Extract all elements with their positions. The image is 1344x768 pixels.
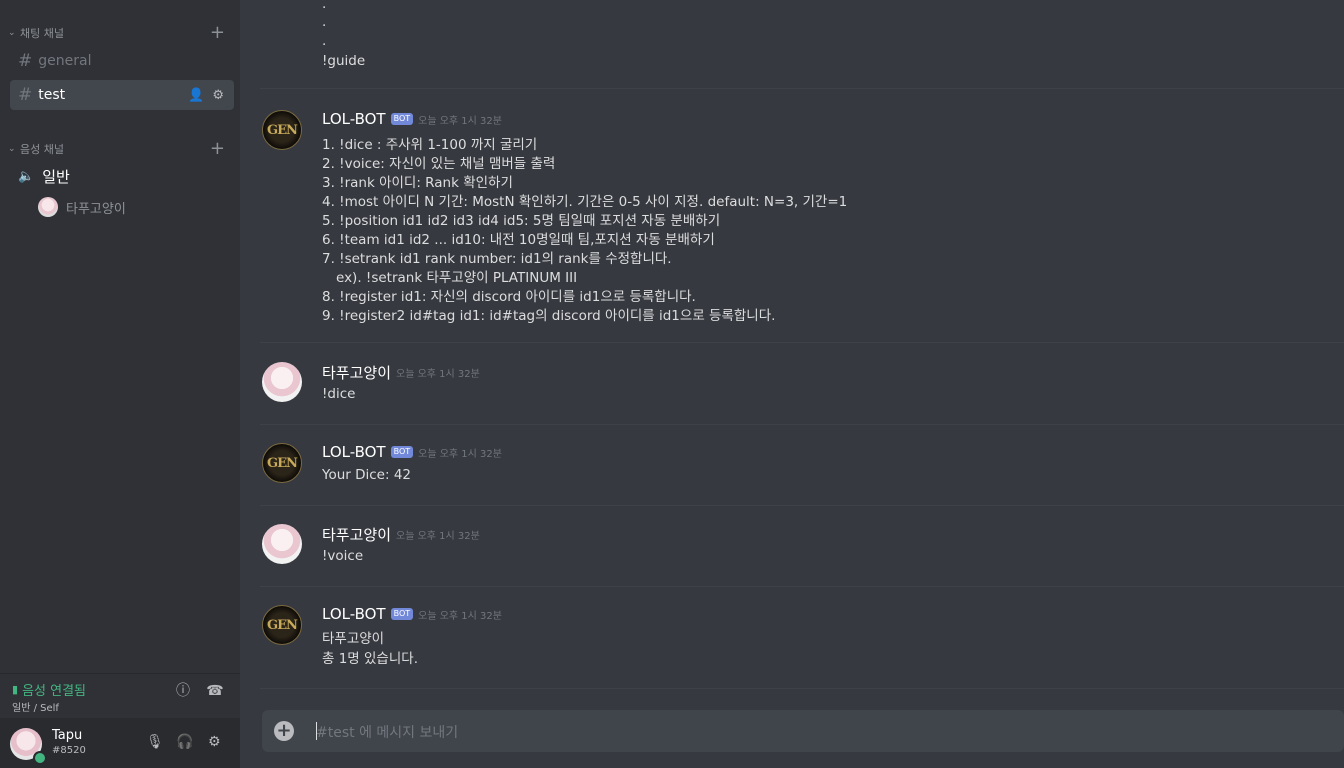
message-divider [260, 88, 1344, 89]
speaker-icon: 🔈 [18, 169, 35, 184]
message-header: LOL-BOT BOT 오늘 오후 1시 32분 [322, 110, 502, 128]
timestamp: 오늘 오후 1시 32분 [396, 369, 480, 380]
author-name[interactable]: 타푸고양이 [322, 362, 391, 383]
chevron-down-icon: ⌄ [8, 28, 16, 38]
timestamp: 오늘 오후 1시 32분 [396, 531, 480, 542]
message-header: 타푸고양이 오늘 오후 1시 32분 [322, 524, 480, 545]
add-voice-channel-icon[interactable]: + [210, 140, 225, 158]
message-header: LOL-BOT BOT 오늘 오후 1시 32분 [322, 605, 502, 623]
timestamp: 오늘 오후 1시 32분 [418, 610, 502, 622]
message-line: 1. !dice : 주사위 1-100 까지 굴리기 [322, 137, 538, 153]
voice-status: ▮ 음성 연결됨 [12, 680, 86, 699]
category-label: 음성 채널 [20, 143, 64, 156]
channel-name: general [38, 53, 92, 69]
message-line: 8. !register id1: 자신의 discord 아이디를 id1으로… [322, 289, 696, 305]
message-line: 총 1명 있습니다. [322, 651, 418, 667]
message-line: 3. !rank 아이디: Rank 확인하기 [322, 175, 513, 191]
bot-avatar[interactable]: GEN [262, 110, 302, 150]
message-line: . [322, 33, 327, 49]
microphone-icon[interactable]: 🎙 [146, 734, 164, 750]
text-channel-category[interactable]: ⌄ 채팅 채널 [8, 25, 64, 41]
voice-user[interactable]: 타푸고양이 [38, 197, 126, 217]
message-divider [260, 342, 1344, 343]
channel-sidebar: ⌄ 채팅 채널 + # general # test 👤 ⚙ ⌄ 음성 채널 +… [0, 0, 240, 768]
category-label: 채팅 채널 [20, 27, 64, 40]
voice-status-sub: 일반 / Self [12, 703, 59, 714]
message-line: !dice [322, 386, 356, 402]
message-line: 2. !voice: 자신이 있는 채널 맴버들 출력 [322, 156, 556, 172]
hash-icon: # [18, 51, 33, 71]
voice-channel-name: 일반 [42, 168, 70, 186]
message-divider [260, 505, 1344, 506]
voice-connection-panel: ▮ 음성 연결됨 일반 / Self ⓘ ☎ [0, 673, 240, 718]
message-divider [260, 424, 1344, 425]
message-line: 6. !team id1 id2 ... id10: 내전 10명일때 팀,포지… [322, 232, 715, 248]
message-input[interactable]: #test 에 메시지 보내기 [316, 722, 458, 742]
headphones-icon[interactable]: 🎧 [176, 734, 193, 750]
message-header: 타푸고양이 오늘 오후 1시 32분 [322, 362, 480, 383]
bot-avatar[interactable]: GEN [262, 443, 302, 483]
gear-icon[interactable]: ⚙ [212, 88, 224, 103]
author-name[interactable]: LOL-BOT [322, 605, 386, 623]
upload-plus-icon[interactable]: + [274, 721, 294, 741]
message-line: . [322, 0, 327, 12]
author-name[interactable]: LOL-BOT [322, 110, 386, 128]
message-line: !guide [322, 53, 366, 69]
message-line: 9. !register2 id#tag id1: id#tag의 discor… [322, 308, 776, 324]
voice-status-label: 음성 연결됨 [22, 684, 86, 699]
timestamp: 오늘 오후 1시 32분 [418, 448, 502, 460]
channel-item-test[interactable]: # test 👤 ⚙ [10, 80, 234, 110]
gear-icon[interactable]: ⚙ [208, 734, 221, 750]
message-line: Your Dice: 42 [322, 467, 412, 483]
message-line: 5. !position id1 id2 id3 id4 id5: 5명 팀일때… [322, 213, 721, 229]
avatar [38, 197, 58, 217]
bot-badge: BOT [390, 113, 414, 125]
message-line: 7. !setrank id1 rank number: id1의 rank를 … [322, 251, 672, 267]
message-header: LOL-BOT BOT 오늘 오후 1시 32분 [322, 443, 502, 461]
message-line: 4. !most 아이디 N 기간: MostN 확인하기. 기간은 0-5 사… [322, 194, 848, 210]
voice-channel-item[interactable]: 🔈 일반 [18, 166, 70, 187]
channel-item-general[interactable]: # general [10, 46, 234, 76]
voice-channel-category[interactable]: ⌄ 음성 채널 [8, 141, 64, 157]
user-name: Tapu [52, 728, 83, 743]
message-line: 타푸고양이 [322, 631, 385, 647]
author-name[interactable]: 타푸고양이 [322, 524, 391, 545]
text-caret [316, 722, 317, 740]
message-line: !voice [322, 548, 364, 564]
hash-icon: # [18, 85, 33, 105]
channel-name: test [38, 87, 66, 103]
message-divider [260, 586, 1344, 587]
chat-area: . . . !guide GEN LOL-BOT BOT 오늘 오후 1시 32… [240, 0, 1344, 768]
author-name[interactable]: LOL-BOT [322, 443, 386, 461]
signal-icon: ▮ [12, 683, 19, 696]
message-composer[interactable]: + #test 에 메시지 보내기 [262, 710, 1344, 752]
bot-badge: BOT [390, 446, 414, 458]
user-avatar[interactable] [262, 524, 302, 564]
voice-user-name: 타푸고양이 [66, 201, 126, 217]
user-panel: Tapu #8520 🎙 🎧 ⚙ [0, 718, 240, 768]
chevron-down-icon: ⌄ [8, 144, 16, 154]
user-tag: #8520 [52, 745, 86, 756]
info-icon[interactable]: ⓘ [174, 682, 192, 700]
add-text-channel-icon[interactable]: + [210, 24, 225, 42]
bot-avatar[interactable]: GEN [262, 605, 302, 645]
bot-badge: BOT [390, 608, 414, 620]
message-divider [260, 688, 1344, 689]
disconnect-icon[interactable]: ☎ [206, 682, 224, 700]
invite-icon[interactable]: 👤 [188, 88, 204, 103]
message-line: . [322, 14, 327, 30]
user-avatar[interactable] [262, 362, 302, 402]
message-line: ex). !setrank 타푸고양이 PLATINUM III [336, 270, 578, 286]
timestamp: 오늘 오후 1시 32분 [418, 115, 502, 127]
online-status-icon [33, 751, 47, 765]
